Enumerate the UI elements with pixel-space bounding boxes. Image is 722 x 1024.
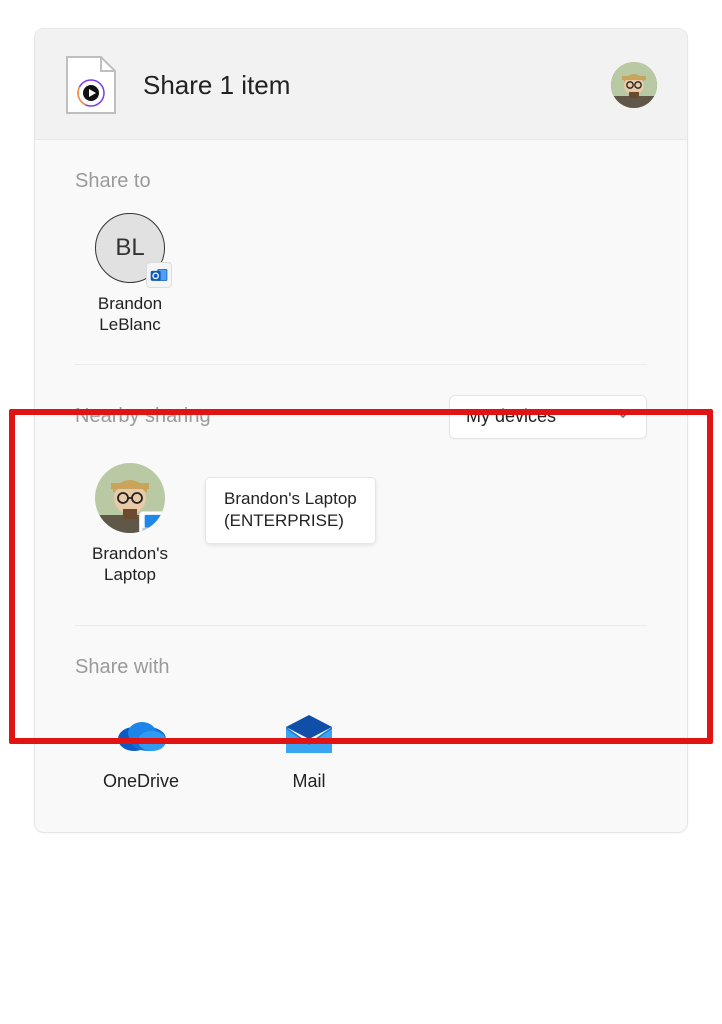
mail-icon (282, 713, 336, 757)
outlook-icon (146, 262, 172, 288)
share-to-heading: Share to (75, 170, 647, 193)
share-with-section: Share with OneDrive (35, 656, 687, 832)
app-list: OneDrive Mail (75, 699, 647, 832)
device-tooltip: Brandon's Laptop (ENTERPRISE) (205, 477, 376, 545)
device-brandons-laptop[interactable]: Brandon's Laptop (75, 463, 185, 586)
divider (75, 625, 647, 626)
app-label: Mail (292, 771, 325, 792)
share-with-heading: Share with (75, 656, 647, 679)
contact-name: Brandon LeBlanc (98, 293, 162, 336)
app-mail[interactable]: Mail (243, 713, 375, 792)
chevron-down-icon (616, 406, 630, 427)
dialog-header: Share 1 item (35, 29, 687, 140)
nearby-sharing-section: Nearby sharing My devices (35, 395, 687, 606)
user-avatar[interactable] (611, 62, 657, 108)
device-name: Brandon's Laptop (92, 543, 168, 586)
dropdown-label: My devices (466, 406, 556, 427)
nearby-sharing-heading: Nearby sharing (75, 405, 211, 428)
contact-avatar: BL (95, 213, 165, 283)
contact-initials: BL (115, 234, 144, 262)
laptop-icon (139, 511, 165, 533)
app-label: OneDrive (103, 771, 179, 792)
nearby-scope-dropdown[interactable]: My devices (449, 395, 647, 439)
file-icon (65, 55, 117, 115)
onedrive-icon (114, 713, 168, 757)
share-dialog: Share 1 item Share to BL (34, 28, 688, 833)
divider (75, 364, 647, 365)
contact-list: BL Brandon LeBlanc (75, 213, 647, 344)
device-owner-avatar (95, 463, 165, 533)
device-list: Brandon's Laptop Brandon's Laptop (ENTER… (75, 463, 647, 606)
dialog-title: Share 1 item (143, 70, 585, 101)
contact-brandon-leblanc[interactable]: BL Brandon LeBlanc (75, 213, 185, 336)
share-to-section: Share to BL Brandon LeB (35, 170, 687, 344)
app-onedrive[interactable]: OneDrive (75, 713, 207, 792)
